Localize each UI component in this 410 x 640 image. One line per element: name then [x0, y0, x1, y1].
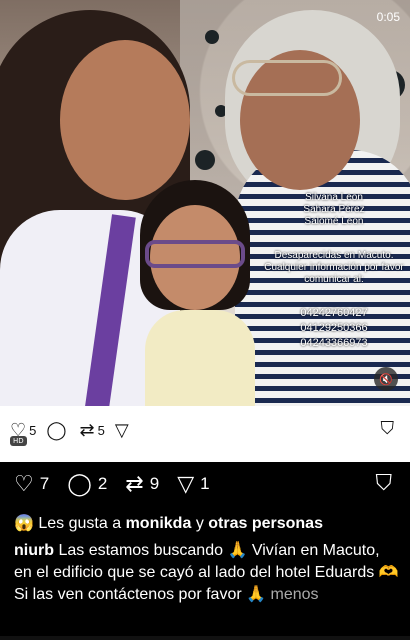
- comment-icon: ◯: [67, 471, 92, 496]
- overlay-phone: 04243366973: [300, 337, 368, 349]
- like-button[interactable]: ♡ 7: [14, 471, 49, 497]
- send-icon: ▽: [177, 471, 195, 496]
- heart-icon: ♡: [14, 471, 34, 496]
- wall-dot: [205, 30, 219, 44]
- embedded-repost-count: 5: [97, 422, 105, 438]
- share-button[interactable]: ▽ 1: [177, 471, 209, 497]
- overlay-phone: 04242760427: [300, 307, 368, 319]
- glasses-grandmother: [232, 60, 342, 96]
- overlay-notice-line: comunicar al:: [304, 274, 364, 285]
- overlay-notice-line: Cualquier información por favor: [264, 262, 404, 273]
- post-actions-bar: ♡ 7 ◯ 2 ⇄ 9 ▽ 1 ⛉: [0, 466, 410, 502]
- send-icon: ▽: [114, 419, 129, 440]
- mute-icon[interactable]: 🔇: [374, 367, 398, 391]
- likes-joiner: y: [195, 515, 204, 532]
- embedded-actions-bar: ♡ 5 ◯ ⇄ 5 ▽ ⛉: [0, 410, 410, 450]
- repost-icon: ⇄: [125, 471, 144, 496]
- likes-line[interactable]: 😱 Les gusta a monikda y otras personas: [14, 513, 404, 533]
- overlay-names: Silvana Leon Sahara Pérez Salomé Leon: [264, 192, 404, 228]
- face-woman: [60, 40, 190, 200]
- repost-button[interactable]: ⇄ 9: [125, 471, 159, 497]
- likes-others[interactable]: otras personas: [208, 515, 323, 532]
- overlay-name: Silvana Leon: [305, 192, 363, 203]
- caption-less-link[interactable]: menos: [271, 586, 319, 603]
- comment-icon: ◯: [46, 419, 67, 440]
- embedded-repost-button[interactable]: ⇄ 5: [80, 420, 105, 441]
- comment-button[interactable]: ◯ 2: [67, 471, 107, 497]
- caption-username[interactable]: niurb: [14, 542, 54, 559]
- overlay-name: Salomé Leon: [304, 216, 364, 227]
- comment-count: 2: [97, 474, 108, 493]
- bottom-bar: [0, 636, 410, 640]
- likes-prefix: Les gusta a: [38, 515, 122, 532]
- wall-dot: [195, 150, 215, 170]
- likes-avatar: 😱: [14, 515, 34, 532]
- embedded-comment-button[interactable]: ◯: [46, 420, 69, 441]
- like-count: 7: [39, 474, 50, 493]
- child-shirt: [145, 310, 255, 406]
- post-caption: niurb Las estamos buscando 🙏 Vivían en M…: [14, 540, 400, 606]
- overlay-notice-line: Desaparecidas en Macuto.: [274, 250, 394, 261]
- overlay-phone: 04129250366: [300, 322, 368, 334]
- overlay-name: Sahara Pérez: [303, 204, 365, 215]
- bookmark-icon[interactable]: ⛉: [381, 418, 395, 439]
- bookmark-icon[interactable]: ⛉: [375, 471, 392, 496]
- post-photo[interactable]: 0:05 Silvana Leon Sahara Pérez Salomé Le…: [0, 0, 410, 406]
- likes-user[interactable]: monikda: [126, 515, 192, 532]
- caption-text: Las estamos buscando 🙏 Vivían en Macuto,…: [14, 542, 399, 603]
- person-child: [140, 180, 260, 406]
- embedded-send-button[interactable]: ▽: [115, 420, 132, 441]
- hd-badge: HD: [10, 436, 27, 446]
- repost-count: 9: [149, 474, 160, 493]
- embedded-like-count: 5: [29, 422, 37, 438]
- status-time: 0:05: [376, 10, 400, 24]
- child-glasses: [145, 240, 245, 268]
- overlay-phones: 04242760427 04129250366 04243366973: [264, 306, 404, 351]
- embedded-post: 0:05 Silvana Leon Sahara Pérez Salomé Le…: [0, 0, 410, 462]
- overlay-notice: Desaparecidas en Macuto. Cualquier infor…: [264, 250, 404, 286]
- share-count: 1: [200, 474, 210, 493]
- repost-icon: ⇄: [79, 419, 95, 440]
